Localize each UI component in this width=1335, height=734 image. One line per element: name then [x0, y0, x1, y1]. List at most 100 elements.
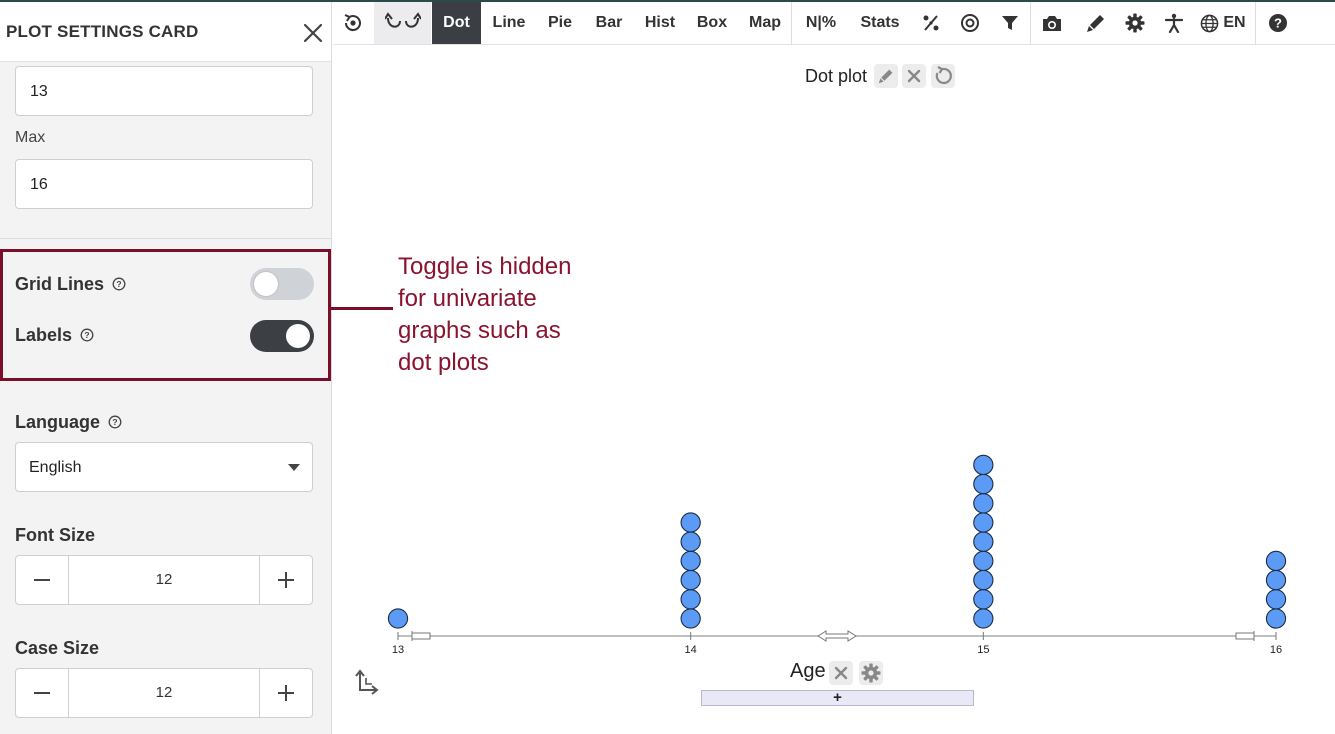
close-icon [303, 23, 323, 43]
question-icon: ? [1269, 14, 1287, 32]
minus-icon [34, 692, 50, 694]
language-row: Language ? [15, 412, 122, 433]
filter-icon [1002, 16, 1018, 30]
toolbar-divider [791, 2, 792, 44]
annotation-text: Toggle is hidden for univariate graphs s… [398, 251, 571, 379]
language-code: EN [1223, 14, 1246, 31]
screenshot-button[interactable] [1033, 2, 1071, 44]
draw-button[interactable] [1077, 2, 1115, 44]
annotation-line: for univariate [398, 285, 537, 312]
data-dot [680, 608, 701, 629]
remove-variable-button[interactable] [829, 661, 853, 685]
help-button[interactable]: ? [1259, 2, 1297, 44]
svg-text:?: ? [1274, 16, 1282, 31]
refresh-icon [935, 66, 952, 85]
annotation-line: graphs such as [398, 317, 561, 344]
x-axis-tick-label: 15 [977, 644, 989, 656]
grid-lines-toggle[interactable] [250, 268, 314, 300]
x-axis-tick-label: 14 [685, 644, 697, 656]
toolbar-divider [1030, 2, 1031, 44]
case-size-value[interactable]: 12 [69, 669, 259, 717]
toolbar-divider [1255, 2, 1256, 44]
data-dot [973, 473, 994, 495]
help-icon[interactable]: ? [80, 328, 94, 342]
pencil-icon [878, 69, 893, 84]
max-input[interactable]: 16 [15, 159, 313, 209]
labels-row: Labels ? [15, 325, 94, 346]
svg-text:?: ? [84, 330, 89, 340]
pen-icon [1087, 15, 1104, 32]
case-size-decrease-button[interactable] [16, 669, 69, 717]
svg-text:?: ? [112, 417, 117, 427]
filter-button[interactable] [991, 2, 1029, 44]
target-icon [961, 14, 979, 32]
plot-title[interactable]: Dot plot [805, 66, 867, 87]
min-input[interactable]: 13 [15, 66, 313, 116]
font-size-decrease-button[interactable] [16, 556, 69, 604]
remove-title-button[interactable] [902, 64, 926, 88]
undo-redo-icon [384, 12, 421, 28]
percent-button[interactable] [913, 2, 949, 44]
reset-icon [344, 14, 361, 32]
count-percent-toggle[interactable]: N|% [795, 2, 847, 44]
font-size-increase-button[interactable] [259, 556, 312, 604]
axis-title[interactable]: Age [790, 660, 826, 683]
case-size-increase-button[interactable] [259, 669, 312, 717]
data-dot [973, 608, 994, 629]
case-size-stepper: 12 [15, 668, 313, 718]
language-select[interactable]: English [15, 442, 313, 492]
toggle-knob [286, 324, 310, 348]
settings-button[interactable] [1116, 2, 1154, 44]
close-button[interactable] [300, 20, 326, 46]
accessibility-button[interactable] [1155, 2, 1193, 44]
reset-title-button[interactable] [931, 64, 955, 88]
tab-line[interactable]: Line [482, 2, 536, 44]
variable-settings-button[interactable] [859, 661, 883, 685]
svg-text:?: ? [116, 279, 121, 289]
data-dot [973, 589, 994, 610]
tab-pie[interactable]: Pie [537, 2, 583, 44]
swap-axes-button[interactable] [352, 668, 380, 696]
stats-button[interactable]: Stats [849, 2, 911, 44]
x-axis-tick-label: 13 [392, 644, 404, 656]
help-icon[interactable]: ? [112, 277, 126, 291]
tab-box[interactable]: Box [686, 2, 738, 44]
help-icon[interactable]: ? [108, 415, 122, 429]
panel-title: PLOT SETTINGS CARD [6, 22, 199, 41]
undo-redo-button[interactable] [374, 2, 431, 44]
labels-toggle[interactable] [250, 320, 314, 352]
data-dot [1265, 550, 1287, 572]
panel-header: PLOT SETTINGS CARD [0, 2, 331, 62]
data-dot [680, 512, 701, 533]
min-range-handle [411, 631, 431, 641]
gear-icon [861, 663, 881, 683]
target-button[interactable] [951, 2, 989, 44]
data-dot [680, 550, 701, 572]
language-button[interactable]: EN [1197, 2, 1249, 44]
font-size-value[interactable]: 12 [69, 556, 259, 604]
swap-axes-icon [355, 669, 379, 695]
tab-hist[interactable]: Hist [635, 2, 685, 44]
accessibility-icon [1164, 13, 1184, 33]
language-label: Language [15, 412, 101, 432]
reset-view-button[interactable] [333, 2, 373, 44]
font-size-label: Font Size [15, 525, 95, 545]
data-dot [1265, 589, 1287, 610]
labels-label: Labels [15, 325, 73, 345]
data-dot [680, 531, 701, 552]
toolbar: Dot Line Pie Bar Hist Box Map N|% Stats [333, 2, 1335, 45]
case-size-label: Case Size [15, 638, 100, 658]
data-dot [973, 454, 994, 476]
tab-dot[interactable]: Dot [432, 2, 481, 44]
annotation-connector [331, 307, 393, 310]
data-dot [973, 569, 994, 591]
grid-lines-label: Grid Lines [15, 274, 105, 294]
divider [0, 238, 331, 239]
tab-map[interactable]: Map [739, 2, 791, 44]
add-variable-dropzone[interactable]: + [701, 690, 974, 706]
close-icon [907, 69, 921, 83]
data-dot [680, 569, 701, 591]
x-axis-tick-label: 16 [1270, 644, 1282, 656]
tab-bar[interactable]: Bar [584, 2, 634, 44]
edit-title-button[interactable] [874, 64, 898, 88]
